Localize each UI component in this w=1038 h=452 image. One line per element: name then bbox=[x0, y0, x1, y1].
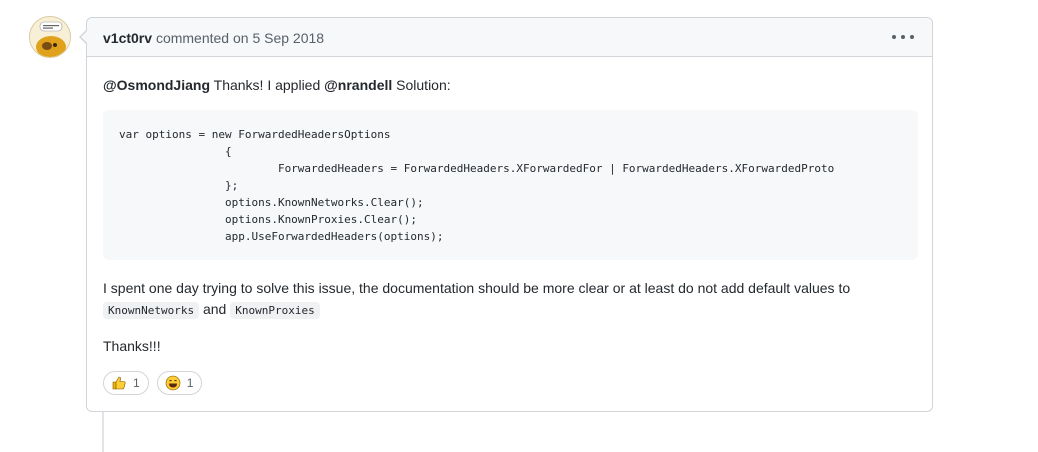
kebab-dot-icon bbox=[910, 35, 914, 39]
more-options-button[interactable] bbox=[892, 28, 914, 46]
comment-date-link[interactable]: 5 Sep 2018 bbox=[252, 30, 324, 46]
reaction-thumbs-up-button[interactable]: 1 bbox=[103, 371, 149, 395]
code-block: var options = new ForwardedHeadersOption… bbox=[103, 110, 918, 260]
body-paragraph-3: Thanks!!! bbox=[103, 338, 161, 354]
reaction-count: 1 bbox=[133, 376, 140, 390]
kebab-dot-icon bbox=[901, 35, 905, 39]
kebab-dot-icon bbox=[892, 35, 896, 39]
reactions-bar: 1 1 bbox=[103, 371, 203, 395]
author-link[interactable]: v1ct0rv bbox=[103, 30, 152, 46]
comment-box: v1ct0rv commented on 5 Sep 2018 @OsmondJ… bbox=[79, 17, 933, 412]
avatar[interactable] bbox=[29, 16, 71, 58]
comment-action: commented on bbox=[155, 30, 249, 46]
code-content: var options = new ForwardedHeadersOption… bbox=[119, 128, 835, 243]
comment-header-text: v1ct0rv commented on 5 Sep 2018 bbox=[103, 29, 324, 47]
inline-code: KnownNetworks bbox=[103, 302, 200, 319]
reaction-laugh-button[interactable]: 1 bbox=[156, 371, 203, 395]
comment-header: v1ct0rv commented on 5 Sep 2018 bbox=[87, 18, 932, 57]
inline-code: KnownProxies bbox=[230, 302, 320, 319]
body-paragraph-1: @OsmondJiang Thanks! I applied @nrandell… bbox=[103, 77, 451, 93]
mention-link[interactable]: @nrandell bbox=[324, 77, 392, 93]
laugh-icon bbox=[165, 375, 180, 391]
reaction-count: 1 bbox=[186, 376, 194, 390]
avatar-image bbox=[30, 17, 70, 57]
mention-link[interactable]: @OsmondJiang bbox=[103, 77, 210, 93]
timeline-line bbox=[102, 412, 104, 452]
body-paragraph-2: I spent one day trying to solve this iss… bbox=[103, 280, 851, 319]
thumbs-up-icon bbox=[112, 376, 126, 390]
